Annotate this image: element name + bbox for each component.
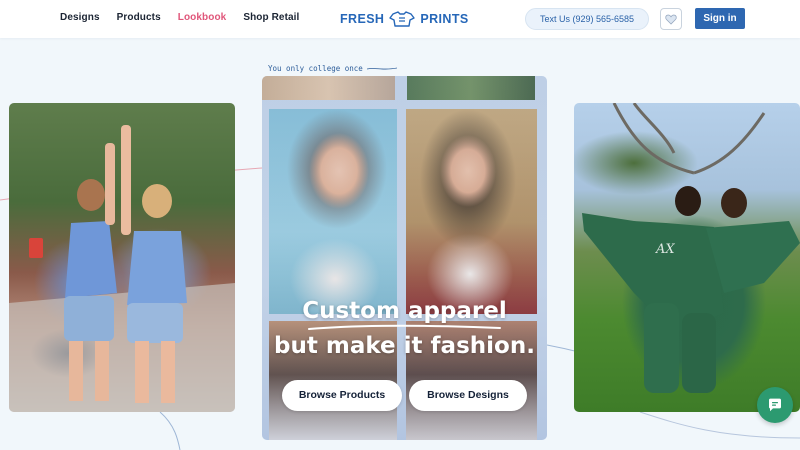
nav-designs[interactable]: Designs [60, 12, 100, 23]
tagline-squiggle [367, 67, 398, 70]
hero-headline-line1: Custom apparel [302, 298, 507, 324]
hero-headline-line2: but make it fashion. [274, 333, 535, 359]
nav-products[interactable]: Products [117, 12, 161, 23]
hero-tagline: You only college once [268, 64, 398, 73]
browse-designs-button[interactable]: Browse Designs [409, 380, 527, 411]
left-photo-figures [9, 125, 235, 412]
sign-in-button[interactable]: Sign in [695, 8, 745, 29]
lookbook-photo-left [9, 103, 235, 412]
text-us-button[interactable]: Text Us (929) 565-6585 [525, 8, 649, 30]
main-nav: Designs Products Lookbook Shop Retail [60, 12, 299, 23]
shirt-logo-icon [389, 11, 416, 27]
heart-icon [665, 14, 677, 25]
hero-tagline-text: You only college once [268, 64, 363, 73]
site-header: Designs Products Lookbook Shop Retail FR… [0, 0, 800, 38]
svg-text:ΑΧ: ΑΧ [655, 242, 675, 257]
logo-word-prints: PRINTS [420, 12, 469, 26]
nav-shop-retail[interactable]: Shop Retail [243, 12, 299, 23]
site-logo[interactable]: FRESH PRINTS [340, 11, 469, 27]
browse-products-button[interactable]: Browse Products [282, 380, 402, 411]
chat-launcher-button[interactable] [757, 387, 793, 423]
wishlist-button[interactable] [660, 8, 682, 30]
lookbook-photo-right: ΑΧ [574, 103, 800, 412]
chat-bubble-icon [769, 398, 781, 412]
logo-word-fresh: FRESH [340, 12, 385, 26]
hero-collage: Custom apparel but make it fashion. Brow… [262, 76, 547, 440]
nav-lookbook[interactable]: Lookbook [178, 12, 227, 23]
right-photo-figures: ΑΧ [582, 103, 800, 393]
